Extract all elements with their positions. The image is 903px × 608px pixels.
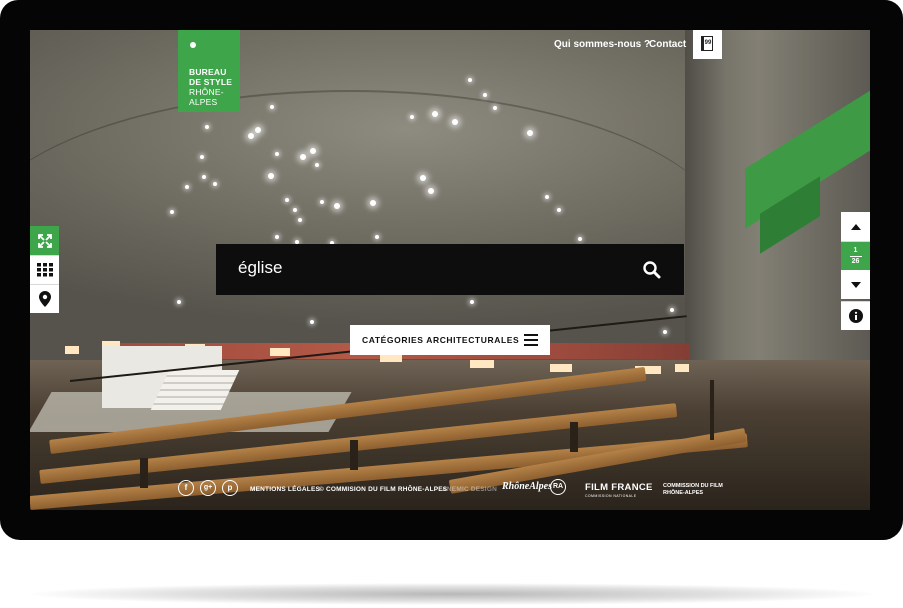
search-icon[interactable] — [642, 260, 662, 280]
logo-line: BUREAU — [189, 67, 227, 77]
film-france-title: FILM FRANCE — [585, 482, 653, 493]
notebook-button[interactable]: 99 — [693, 30, 722, 59]
film-france-subtitle: COMMISSION NATIONALE — [585, 494, 637, 498]
grid-view-button[interactable] — [30, 255, 59, 284]
logo-line: DE STYLE — [189, 77, 233, 87]
search-input[interactable]: église — [238, 258, 282, 278]
info-button[interactable] — [841, 301, 870, 330]
page-counter: 1 26 — [841, 241, 870, 270]
menu-icon — [524, 334, 538, 346]
page-current: 1 — [853, 246, 858, 254]
logo-text: BUREAU DE STYLE RHÔNE- ALPES — [189, 67, 232, 107]
chevron-up-icon — [850, 223, 861, 230]
nav-link-about[interactable]: Qui sommes-nous ? — [554, 39, 650, 50]
commission-line: RHÔNE-ALPES — [663, 490, 704, 496]
chevron-down-icon — [850, 281, 861, 288]
tablet-frame: BUREAU DE STYLE RHÔNE- ALPES Qui sommes-… — [0, 0, 903, 540]
map-button[interactable] — [30, 284, 59, 313]
left-toolbar — [30, 226, 59, 313]
site-logo[interactable]: BUREAU DE STYLE RHÔNE- ALPES — [178, 30, 240, 112]
logo-dot — [190, 42, 196, 48]
design-credit[interactable]: ANEMIC DESIGN — [442, 486, 497, 493]
nav-link-contact[interactable]: Contact — [649, 39, 686, 50]
categories-button[interactable]: CATÉGORIES ARCHITECTURALES — [350, 325, 550, 355]
device-shadow — [30, 583, 873, 605]
rhone-alpes-logo[interactable]: RhôneAlpes — [502, 481, 552, 492]
right-pager: 1 26 — [841, 212, 870, 330]
copyright-text: © COMMISION DU FILM RHÔNE-ALPES — [319, 486, 448, 493]
info-icon — [848, 309, 863, 323]
grid-icon — [36, 263, 53, 277]
facebook-icon[interactable]: f — [178, 480, 194, 496]
previous-button[interactable] — [841, 212, 870, 241]
legal-link[interactable]: MENTIONS LÉGALES — [250, 486, 320, 493]
logo-line: ALPES — [189, 97, 218, 107]
google-plus-icon[interactable]: g+ — [200, 480, 216, 496]
logo-line: RHÔNE- — [189, 87, 224, 97]
film-france-logo[interactable]: FILM FRANCE COMMISSION NATIONALE — [585, 482, 653, 498]
fullscreen-icon — [37, 233, 52, 248]
fullscreen-button[interactable] — [30, 226, 59, 255]
search-bar: église — [216, 244, 684, 295]
footer: f g+ p MENTIONS LÉGALES © COMMISION DU F… — [30, 475, 870, 505]
screen: BUREAU DE STYLE RHÔNE- ALPES Qui sommes-… — [30, 30, 870, 510]
map-pin-icon — [38, 291, 51, 307]
categories-label: CATÉGORIES ARCHITECTURALES — [362, 335, 520, 345]
commission-line: COMMISSION DU FILM — [663, 483, 723, 489]
page-total: 26 — [851, 257, 860, 265]
next-button[interactable] — [841, 270, 870, 299]
rhone-alpes-badge: RA — [550, 479, 566, 495]
pinterest-icon[interactable]: p — [222, 480, 238, 496]
notebook-icon: 99 — [701, 36, 713, 51]
device-side-button — [897, 455, 903, 499]
commission-film-logo[interactable]: COMMISSION DU FILM RHÔNE-ALPES — [663, 483, 723, 497]
